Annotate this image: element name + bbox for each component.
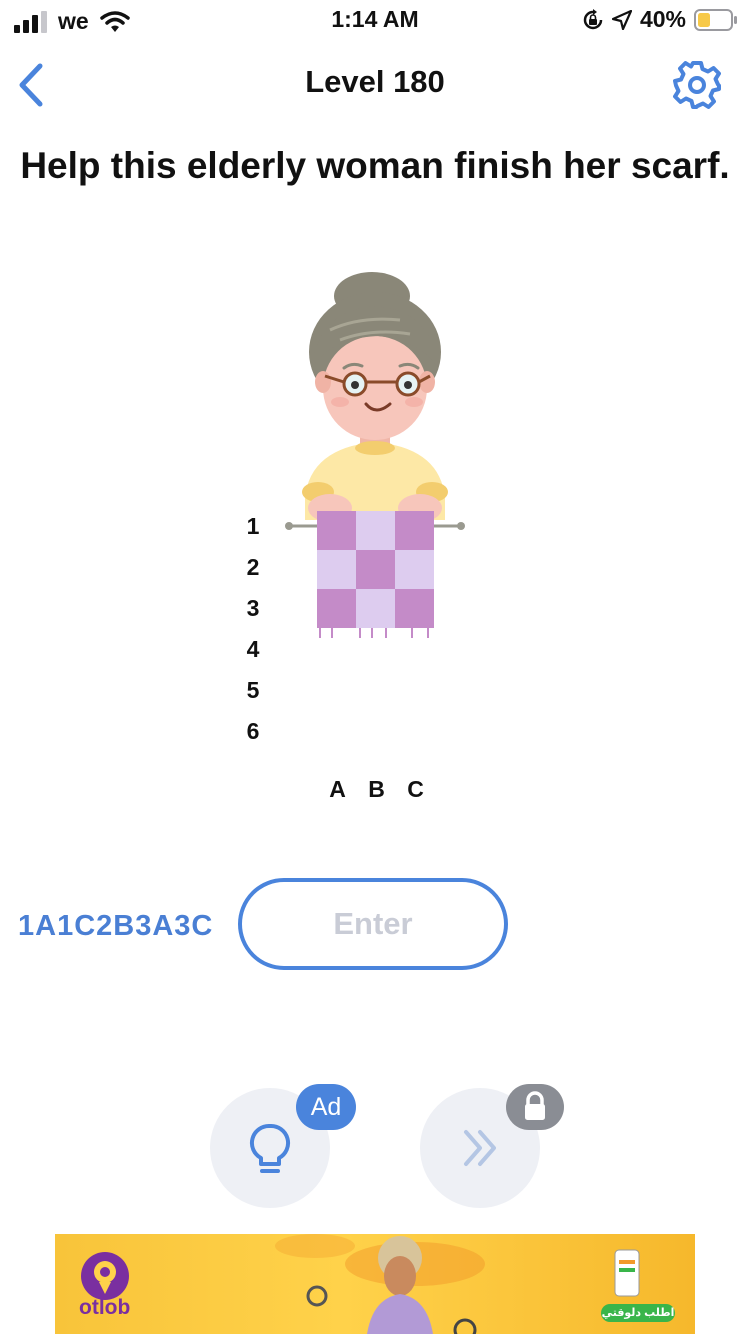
row-label: 2	[246, 554, 260, 580]
row-label: 6	[246, 718, 260, 744]
status-right: 40%	[582, 6, 738, 33]
puzzle-area: 1 2 3 4 5 6 A B C	[0, 270, 750, 810]
row-label: 5	[246, 677, 260, 703]
location-arrow-icon	[611, 9, 632, 30]
battery-icon	[694, 8, 737, 31]
level-title: Level 180	[305, 64, 445, 99]
question-text: Help this elderly woman finish her scarf…	[20, 145, 730, 186]
answer-input[interactable]	[261, 905, 485, 943]
battery-percent: 40%	[639, 6, 686, 32]
answer-area: 1A1C2B3A3C	[0, 878, 750, 976]
scarf-square	[356, 511, 395, 550]
ad-cta-button[interactable]: اطلب دلوقتي	[601, 1304, 675, 1322]
scarf-grid	[317, 511, 434, 628]
column-labels: A B C	[318, 776, 435, 803]
scarf-square	[356, 550, 395, 589]
nav-bar: Level 180	[0, 50, 750, 120]
scarf-square	[395, 550, 434, 589]
scarf-square	[395, 511, 434, 550]
scarf-square	[317, 550, 356, 589]
scarf-square	[317, 511, 356, 550]
column-label: A	[329, 776, 346, 802]
row-label: 4	[246, 636, 260, 662]
row-label: 3	[246, 595, 260, 621]
ad-brand: otlob	[79, 1296, 131, 1319]
column-label: C	[407, 776, 424, 802]
row-label: 1	[246, 513, 260, 539]
lock-icon	[525, 1091, 545, 1120]
answer-field[interactable]	[238, 878, 508, 970]
gear-icon	[673, 61, 721, 109]
scarf-square	[317, 589, 356, 628]
scarf-square	[356, 589, 395, 628]
battery-fill	[698, 12, 710, 27]
row-labels: 1 2 3 4 5 6	[238, 510, 268, 756]
ad-banner[interactable]: otlob اطلب دلوقتي	[55, 1234, 695, 1334]
column-label: B	[368, 776, 385, 802]
ad-illustration	[81, 1234, 640, 1334]
grandma-illustration	[285, 272, 465, 638]
ad-badge: Ad	[296, 1084, 356, 1130]
answer-hint-text[interactable]: 1A1C2B3A3C	[18, 910, 213, 943]
status-bar: we 1:14 AM 40%	[0, 0, 750, 40]
settings-button[interactable]	[672, 60, 722, 110]
rotation-lock-icon	[583, 8, 603, 29]
lock-badge	[506, 1084, 564, 1130]
scarf-square	[395, 589, 434, 628]
